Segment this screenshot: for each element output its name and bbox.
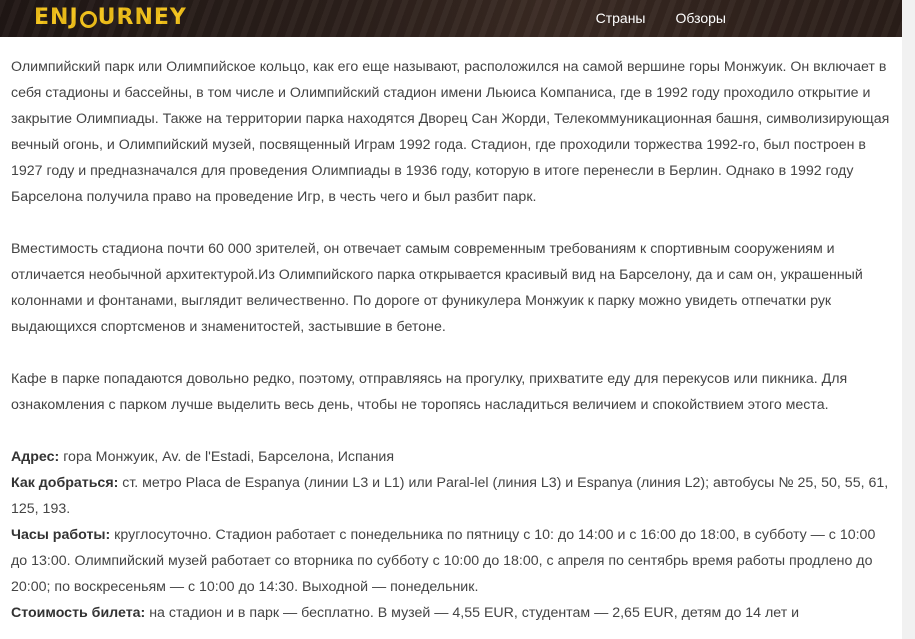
site-header: ENJ URNEY Страны Обзоры: [0, 0, 902, 37]
info-directions-value: ст. метро Placa de Espanya (линии L3 и L…: [11, 475, 889, 517]
info-hours-label: Часы работы:: [11, 527, 111, 543]
logo-text-start: ENJ: [34, 5, 79, 30]
info-directions: Как добраться: ст. метро Placa de Espany…: [11, 470, 891, 522]
article-body: Олимпийский парк или Олимпийское кольцо,…: [11, 54, 891, 626]
article-paragraph-3: Кафе в парке попадаются довольно редко, …: [11, 371, 848, 413]
site-logo[interactable]: ENJ URNEY: [34, 5, 187, 31]
info-hours-value: круглосуточно. Стадион работает с понеде…: [11, 527, 876, 595]
info-price-value: на стадион и в парк — бесплатно. В музей…: [145, 605, 800, 621]
article-paragraph-2: Вместимость стадиона почти 60 000 зрител…: [11, 241, 863, 335]
info-directions-label: Как добраться:: [11, 475, 119, 491]
info-price-label: Стоимость билета:: [11, 605, 146, 621]
main-nav: Страны Обзоры: [596, 8, 726, 28]
info-address-label: Адрес:: [11, 449, 60, 465]
nav-link-reviews[interactable]: Обзоры: [676, 8, 727, 28]
logo-ring-icon: [79, 10, 97, 28]
info-address-value: гора Монжуик, Av. de l'Estadi, Барселона…: [59, 449, 395, 465]
logo-text-end: URNEY: [97, 5, 187, 30]
info-hours: Часы работы: круглосуточно. Стадион рабо…: [11, 522, 891, 600]
page-scrollbar[interactable]: [902, 0, 915, 639]
nav-link-countries[interactable]: Страны: [596, 8, 646, 28]
info-price: Стоимость билета: на стадион и в парк — …: [11, 600, 891, 626]
info-address: Адрес: гора Монжуик, Av. de l'Estadi, Ба…: [11, 444, 891, 470]
article-paragraph-1: Олимпийский парк или Олимпийское кольцо,…: [11, 59, 890, 205]
